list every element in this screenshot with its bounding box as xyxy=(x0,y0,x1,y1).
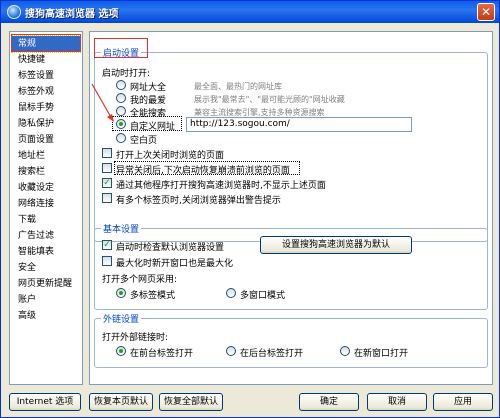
settings-panel: 启动设置 启动时打开: 网址大全 最全面、最热门的网址库 我的最爱 展示我"最常… xyxy=(89,31,493,385)
multi-page-label: 打开多个网页采用: xyxy=(102,275,178,285)
url-directory-desc: 最全面、最热门的网址库 xyxy=(194,82,282,91)
sidebar-item-shortcuts[interactable]: 快捷键 xyxy=(12,52,80,68)
maximize-new-window-label[interactable]: 最大化时新开窗口也是最大化 xyxy=(116,256,233,269)
basic-settings-title: 基本设置 xyxy=(101,222,142,235)
sidebar-item-page-settings[interactable]: 页面设置 xyxy=(12,132,80,148)
category-sidebar: 常规 快捷键 标签设置 标签外观 鼠标手势 隐私保护 页面设置 地址栏 搜索栏 … xyxy=(9,31,83,385)
sidebar-item-ad-filter[interactable]: 广告过滤 xyxy=(12,228,80,244)
my-favorites-desc: 展示我"最常去"、"最可能光顾的"网址收藏 xyxy=(194,95,345,104)
close-warning-label[interactable]: 有多个标签页时,关闭浏览器弹出警告提示 xyxy=(116,193,281,206)
close-button[interactable]: ✕ xyxy=(477,3,495,21)
sidebar-item-privacy[interactable]: 隐私保护 xyxy=(12,116,80,132)
radio-foreground-tab[interactable] xyxy=(116,346,126,356)
crash-recovery-focus xyxy=(114,161,300,175)
title-bar[interactable]: 搜狗高速浏览器 选项 ✕ xyxy=(1,1,499,23)
sidebar-item-update-reminder[interactable]: 网页更新提醒 xyxy=(12,276,80,292)
annotation-highlight-box xyxy=(11,34,81,52)
checkbox-crash-recovery[interactable] xyxy=(102,163,112,173)
sidebar-item-autofill[interactable]: 智能填表 xyxy=(12,244,80,260)
restore-all-default-button[interactable]: 恢复全部默认 xyxy=(159,393,223,411)
checkbox-check-default-browser[interactable]: ✓ xyxy=(102,240,112,250)
check-default-browser-label[interactable]: 启动时检查默认浏览器设置 xyxy=(116,240,224,253)
radio-blank-page-label[interactable]: 空白页 xyxy=(130,133,157,146)
sidebar-item-favorites[interactable]: 收藏设定 xyxy=(12,180,80,196)
hide-pages-external-label[interactable]: 通过其他程序打开搜狗高速浏览器时,不显示上述页面 xyxy=(116,178,326,191)
custom-url-input[interactable]: http://123.sogou.com/ xyxy=(186,117,412,132)
sidebar-item-tab-appearance[interactable]: 标签外观 xyxy=(12,84,80,100)
browser-logo-icon xyxy=(7,5,21,19)
apply-button[interactable]: 应用 xyxy=(433,393,493,411)
checkbox-hide-pages-external[interactable]: ✓ xyxy=(102,178,112,188)
radio-background-tab[interactable] xyxy=(226,346,236,356)
internet-options-button[interactable]: Internet 选项 xyxy=(9,393,81,411)
restore-last-session-label[interactable]: 打开上次关闭时浏览的页面 xyxy=(116,148,224,161)
annotation-arrow-icon xyxy=(91,83,114,122)
radio-multi-window[interactable] xyxy=(226,288,236,298)
checkbox-close-warning[interactable] xyxy=(102,193,112,203)
sidebar-item-address-bar[interactable]: 地址栏 xyxy=(12,148,80,164)
sidebar-item-search-bar[interactable]: 搜索栏 xyxy=(12,164,80,180)
checkbox-restore-last-session[interactable] xyxy=(102,148,112,158)
radio-multi-tab[interactable] xyxy=(116,288,126,298)
foreground-tab-label[interactable]: 在前台标签打开 xyxy=(130,346,193,359)
multi-window-label[interactable]: 多窗口模式 xyxy=(240,288,285,301)
cancel-button[interactable]: 取消 xyxy=(367,393,427,411)
checkbox-maximize-new-window[interactable] xyxy=(102,256,112,266)
background-tab-label[interactable]: 在后台标签打开 xyxy=(240,346,303,359)
restore-page-default-button[interactable]: 恢复本页默认 xyxy=(89,393,153,411)
sidebar-item-network[interactable]: 网络连接 xyxy=(12,196,80,212)
new-window-label[interactable]: 在新窗口打开 xyxy=(354,346,408,359)
radio-blank-page[interactable] xyxy=(116,133,126,143)
radio-new-window[interactable] xyxy=(340,346,350,356)
sidebar-item-advanced[interactable]: 高级 xyxy=(12,308,80,324)
open-external-label: 打开外部链接时: xyxy=(102,333,169,343)
external-link-group: 外链设置 xyxy=(94,312,488,368)
set-default-browser-button[interactable]: 设置搜狗高速浏览器为默认 xyxy=(260,236,412,254)
external-link-title: 外链设置 xyxy=(101,312,142,325)
ok-button[interactable]: 确定 xyxy=(299,393,359,411)
options-window: 搜狗高速浏览器 选项 ✕ 常规 快捷键 标签设置 标签外观 鼠标手势 隐私保护 … xyxy=(0,0,500,418)
multi-tab-label[interactable]: 多标签模式 xyxy=(130,288,175,301)
sidebar-item-security[interactable]: 安全 xyxy=(12,260,80,276)
window-title: 搜狗高速浏览器 选项 xyxy=(25,9,119,20)
sidebar-item-account[interactable]: 账户 xyxy=(12,292,80,308)
sidebar-item-mouse-gestures[interactable]: 鼠标手势 xyxy=(12,100,80,116)
sidebar-item-tab-settings[interactable]: 标签设置 xyxy=(12,68,80,84)
sidebar-item-download[interactable]: 下载 xyxy=(12,212,80,228)
